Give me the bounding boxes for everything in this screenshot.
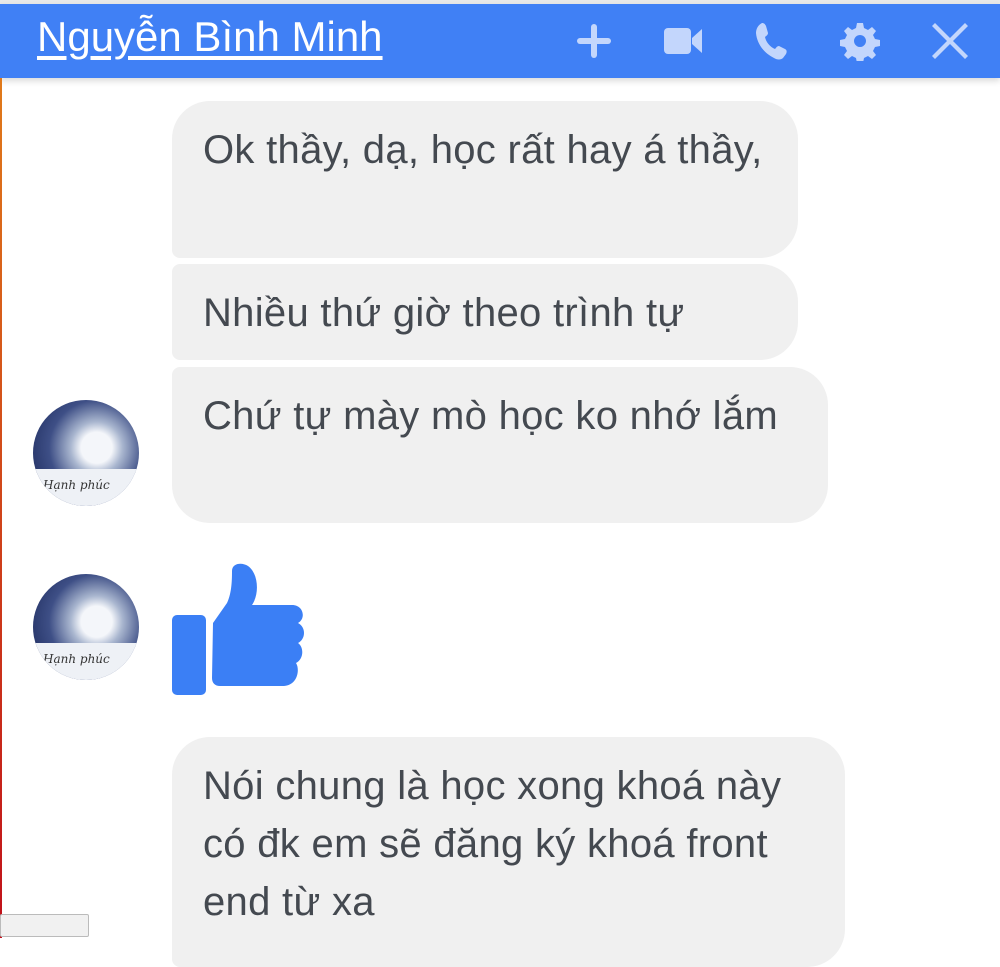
thumbs-up-icon — [172, 563, 304, 695]
window-left-edge — [0, 78, 2, 938]
gear-icon[interactable] — [837, 18, 883, 64]
horizontal-scrollbar[interactable] — [0, 914, 89, 937]
avatar[interactable]: Hạnh phúc — [33, 400, 139, 506]
message-bubble: Ok thầy, dạ, học rất hay á thầy, — [172, 101, 798, 258]
avatar-caption: Hạnh phúc — [43, 652, 110, 666]
avatar-caption: Hạnh phúc — [43, 478, 110, 492]
plus-icon[interactable] — [571, 18, 617, 64]
contact-name-link[interactable]: Nguyễn Bình Minh — [37, 13, 383, 61]
phone-icon[interactable] — [749, 18, 795, 64]
avatar[interactable]: Hạnh phúc — [33, 574, 139, 680]
message-bubble: Nói chung là học xong khoá này có đk em … — [172, 737, 845, 967]
message-bubble: Chứ tự mày mò học ko nhớ lắm — [172, 367, 828, 523]
video-camera-icon[interactable] — [660, 18, 706, 64]
chat-header: Nguyễn Bình Minh — [0, 4, 1000, 78]
message-bubble: Nhiều thứ giờ theo trình tự — [172, 264, 798, 360]
close-icon[interactable] — [927, 18, 973, 64]
